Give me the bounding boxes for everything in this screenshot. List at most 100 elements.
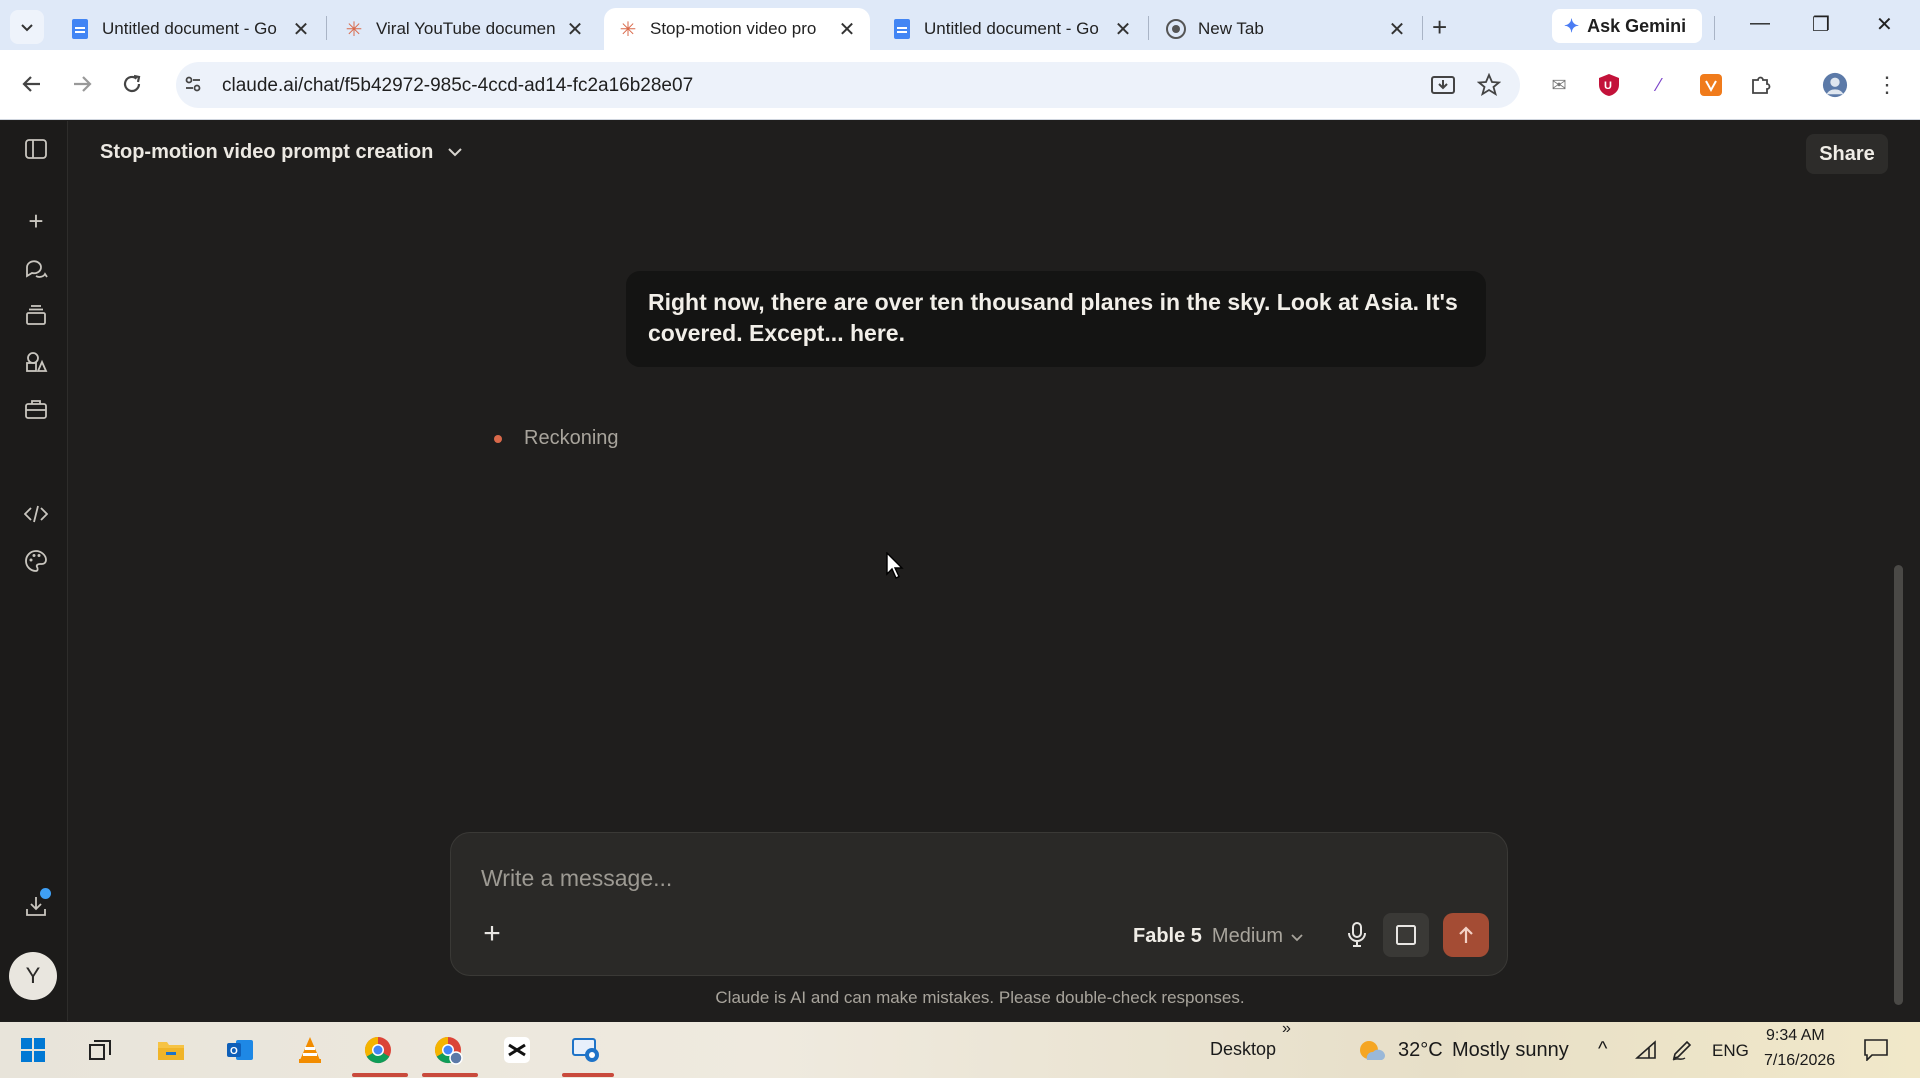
browser-menu-icon[interactable]: ⋮ — [1874, 72, 1900, 98]
model-selector[interactable]: Fable 5 Medium — [1133, 925, 1303, 948]
response-status: Reckoning — [494, 427, 619, 450]
tab-divider — [1422, 16, 1423, 40]
browser-tab[interactable]: Untitled document - Go ✕ — [878, 8, 1146, 50]
add-attachment-button[interactable]: + — [477, 917, 507, 950]
microphone-button[interactable] — [1341, 919, 1373, 951]
toolbar-overflow-chevron[interactable]: » — [1282, 1020, 1291, 1038]
restore-button[interactable]: ❐ — [1812, 12, 1830, 37]
task-view-icon[interactable] — [80, 1030, 120, 1070]
desktop-toolbar-label[interactable]: Desktop — [1210, 1039, 1276, 1060]
tab-title: Viral YouTube documen — [376, 19, 556, 38]
thinking-indicator-icon — [494, 434, 502, 443]
disclaimer-text: Claude is AI and can make mistakes. Plea… — [715, 988, 1245, 1007]
browser-tab[interactable]: ✳ Viral YouTube documen ✕ — [330, 8, 598, 50]
remote-desktop-icon[interactable] — [566, 1030, 606, 1070]
projects-icon[interactable] — [22, 301, 50, 329]
url-text[interactable]: claude.ai/chat/f5b42972-985c-4ccd-ad14-f… — [222, 75, 693, 97]
back-button[interactable] — [20, 72, 44, 103]
claude-icon: ✳ — [619, 18, 637, 41]
network-icon[interactable] — [1626, 1030, 1666, 1070]
effort-level: Medium — [1211, 925, 1284, 947]
weather-condition[interactable]: Mostly sunny — [1452, 1039, 1569, 1062]
chrome-taskbar-icon[interactable] — [358, 1030, 398, 1070]
mail-extension-icon[interactable]: ✉ — [1546, 72, 1572, 98]
extensions-puzzle-icon[interactable] — [1748, 72, 1774, 98]
install-app-icon[interactable] — [1430, 73, 1456, 99]
arrow-up-icon — [1459, 926, 1473, 943]
forward-button[interactable] — [70, 72, 94, 103]
page-title: Stop-motion video prompt creation — [100, 141, 434, 163]
close-icon[interactable]: ✕ — [1112, 17, 1134, 42]
orange-extension-icon[interactable] — [1698, 72, 1724, 98]
chevron-down-icon — [1291, 929, 1303, 945]
close-icon[interactable]: ✕ — [290, 17, 312, 42]
close-icon[interactable]: ✕ — [564, 17, 586, 42]
svg-text:O: O — [230, 1046, 238, 1057]
palette-icon[interactable] — [22, 547, 50, 575]
capcut-icon[interactable] — [497, 1030, 537, 1070]
tab-title: Untitled document - Go — [102, 19, 277, 38]
weather-temperature[interactable]: 32°C — [1398, 1039, 1443, 1062]
browser-tab[interactable]: New Tab ✕ — [1152, 8, 1420, 50]
svg-text:U: U — [1604, 80, 1612, 92]
tab-title: Untitled document - Go — [924, 19, 1099, 38]
file-explorer-icon[interactable] — [151, 1030, 191, 1070]
window-close-button[interactable]: ✕ — [1876, 12, 1893, 37]
mouse-cursor-icon — [886, 551, 904, 585]
chat-scrollbar[interactable] — [1894, 565, 1903, 1005]
vlc-icon[interactable] — [290, 1030, 330, 1070]
arrow-right-icon — [74, 76, 92, 92]
briefcase-icon[interactable] — [22, 395, 50, 423]
claude-icon: ✳ — [345, 18, 363, 41]
reload-button[interactable] — [120, 72, 144, 103]
send-button[interactable] — [1443, 913, 1489, 957]
clock-date[interactable]: 7/16/2026 — [1764, 1052, 1835, 1070]
tab-title: New Tab — [1198, 19, 1264, 38]
model-name: Fable 5 — [1133, 925, 1202, 947]
clock-time[interactable]: 9:34 AM — [1766, 1027, 1825, 1045]
windows-start-icon[interactable] — [13, 1030, 53, 1070]
tab-divider — [1714, 16, 1715, 40]
new-tab-button[interactable]: + — [1432, 12, 1447, 43]
pen-icon[interactable] — [1662, 1030, 1702, 1070]
stop-button[interactable] — [1383, 913, 1429, 957]
language-indicator[interactable]: ENG — [1712, 1041, 1749, 1061]
pen-extension-icon[interactable]: ⁄ — [1646, 72, 1672, 98]
chrome-profile-taskbar-icon[interactable] — [428, 1030, 468, 1070]
running-indicator — [352, 1073, 408, 1077]
ask-gemini-label: Ask Gemini — [1587, 15, 1687, 36]
code-icon[interactable] — [22, 500, 50, 528]
reload-icon — [123, 74, 141, 93]
tab-search-button[interactable] — [10, 10, 44, 44]
notification-center-icon[interactable] — [1856, 1030, 1896, 1070]
minimize-button[interactable]: — — [1750, 12, 1770, 35]
message-composer: + Fable 5 Medium — [450, 832, 1508, 976]
artifacts-icon[interactable] — [22, 348, 50, 376]
profile-avatar-icon[interactable] — [1822, 72, 1848, 98]
site-info-icon[interactable] — [184, 75, 202, 98]
tab-divider — [1148, 16, 1149, 40]
browser-tab[interactable]: Untitled document - Go ✕ — [56, 8, 324, 50]
sidebar-toggle-icon[interactable] — [22, 135, 50, 163]
outlook-icon[interactable]: O — [220, 1030, 260, 1070]
chrome-icon — [1166, 19, 1186, 39]
chevron-up-icon[interactable]: ^ — [1598, 1038, 1607, 1061]
chats-icon[interactable] — [22, 255, 50, 283]
bookmark-star-icon[interactable] — [1476, 72, 1502, 98]
new-chat-icon[interactable]: + — [22, 206, 50, 236]
square-icon — [1396, 925, 1416, 945]
close-icon[interactable]: ✕ — [1386, 17, 1408, 42]
browser-tab-active[interactable]: ✳ Stop-motion video pro ✕ — [604, 8, 870, 50]
close-icon[interactable]: ✕ — [836, 17, 858, 42]
chat-title-menu[interactable]: Stop-motion video prompt creation — [100, 141, 463, 164]
arrow-left-icon — [22, 76, 40, 92]
microphone-icon — [1348, 922, 1366, 947]
weather-sun-icon[interactable] — [1352, 1030, 1392, 1070]
tab-title: Stop-motion video pro — [650, 19, 817, 38]
share-button[interactable]: Share — [1806, 134, 1888, 174]
message-input[interactable] — [481, 865, 1381, 892]
ublock-extension-icon[interactable]: U — [1596, 72, 1622, 98]
ask-gemini-button[interactable]: ✦ Ask Gemini — [1552, 9, 1702, 43]
google-docs-icon — [892, 19, 912, 39]
running-indicator — [562, 1073, 614, 1077]
